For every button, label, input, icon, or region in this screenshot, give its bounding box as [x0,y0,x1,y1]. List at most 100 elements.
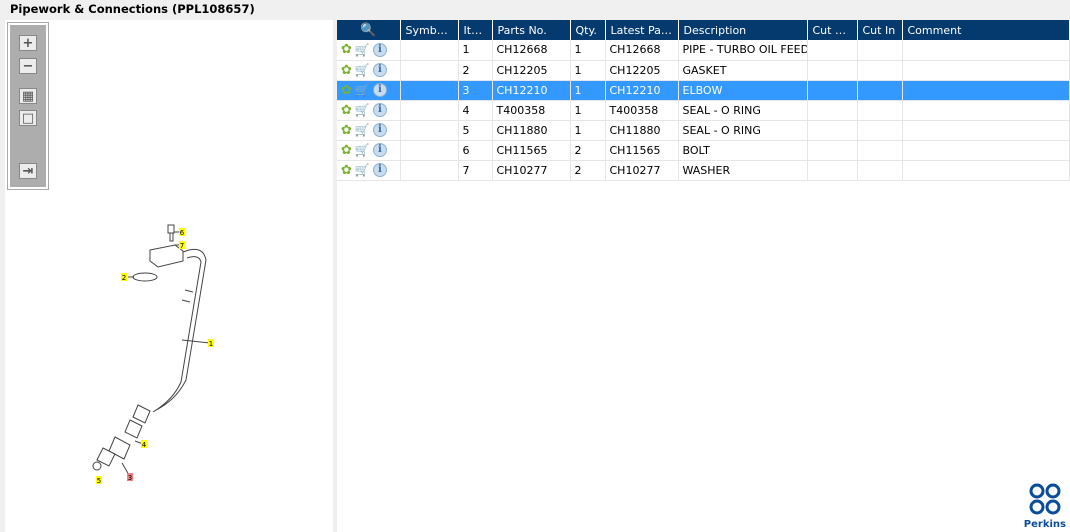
cell-symbols [400,100,459,121]
cell-description: BOLT [678,140,808,161]
col-description[interactable]: Description [678,20,808,40]
cart-icon[interactable]: 🛒 [355,83,370,97]
cell-latest-part: CH11880 [605,120,679,141]
logo-text: Perkins [1023,519,1066,530]
gear-icon[interactable]: ✿ [341,103,352,118]
info-icon[interactable]: i [372,103,387,117]
cart-icon[interactable]: 🛒 [355,63,370,77]
col-cut-out[interactable]: Cut Out [807,20,858,40]
cell-parts-no: CH10277 [492,160,571,181]
table-row[interactable]: ✿ 🛒 i 6 CH11565 2 CH11565 BOLT [337,140,1070,161]
gear-icon[interactable]: ✿ [341,143,352,158]
row-actions: ✿ 🛒 i [337,160,401,181]
cell-cut-in [857,60,903,81]
diagram-pane[interactable]: + − ▦ □ ⇥ 6 7 2 1 4 3 5 [5,20,333,532]
cell-symbols [400,160,459,181]
cell-cut-out [807,60,858,81]
col-qty[interactable]: Qty. [570,20,606,40]
cell-comment [902,140,1070,161]
cell-cut-out [807,40,858,61]
cell-qty: 2 [570,160,606,181]
cell-item: 2 [458,60,493,81]
info-icon[interactable]: i [372,42,387,57]
cell-cut-in [857,100,903,121]
cell-description: ELBOW [678,80,808,101]
cell-item: 4 [458,100,493,121]
col-comment[interactable]: Comment [902,20,1070,40]
cell-cut-out [807,80,858,101]
cart-icon[interactable]: 🛒 [355,103,370,117]
info-icon[interactable]: i [372,83,387,97]
cart-icon[interactable]: 🛒 [355,43,370,57]
cell-symbols [400,120,459,141]
table-row[interactable]: ✿ 🛒 i 4 T400358 1 T400358 SEAL - O RING [337,100,1070,121]
gear-icon[interactable]: ✿ [341,163,352,178]
table-row[interactable]: ✿ 🛒 i 5 CH11880 1 CH11880 SEAL - O RING [337,120,1070,141]
row-actions: ✿ 🛒 i [337,80,401,101]
cell-latest-part: T400358 [605,100,679,121]
cell-qty: 1 [570,40,606,61]
callout-7[interactable]: 7 [180,242,184,250]
col-symbols[interactable]: Symbol(s) [400,20,459,40]
gear-icon[interactable]: ✿ [341,42,352,57]
info-icon[interactable]: i [372,123,387,137]
row-actions: ✿ 🛒 i [337,120,401,141]
cell-latest-part: CH12210 [605,80,679,101]
page-title: Pipework & Connections (PPL108657) [10,2,255,16]
cell-latest-part: CH11565 [605,140,679,161]
info-icon[interactable]: i [372,63,387,77]
cart-icon[interactable]: 🛒 [355,163,370,177]
search-column-header[interactable]: 🔍 [337,20,401,40]
cart-icon[interactable]: 🛒 [355,123,370,137]
gear-icon[interactable]: ✿ [341,63,352,78]
cell-symbols [400,40,459,61]
search-icon[interactable]: 🔍 [360,23,376,38]
cell-cut-in [857,120,903,141]
cell-description: WASHER [678,160,808,181]
cell-cut-out [807,140,858,161]
cell-item: 1 [458,40,493,61]
cell-latest-part: CH12668 [605,40,679,61]
cell-description: SEAL - O RING [678,100,808,121]
cell-qty: 2 [570,140,606,161]
cell-parts-no: CH12668 [492,40,571,61]
cart-icon[interactable]: 🛒 [355,143,370,157]
row-actions: ✿ 🛒 i [337,60,401,81]
cell-parts-no: CH11880 [492,120,571,141]
cell-cut-in [857,140,903,161]
gear-icon[interactable]: ✿ [341,123,352,138]
table-row[interactable]: ✿ 🛒 i 1 CH12668 1 CH12668 PIPE - TURBO OIL FEED [337,40,1070,61]
row-actions: ✿ 🛒 i [337,140,401,161]
table-row[interactable]: ✿ 🛒 i 2 CH12205 1 CH12205 GASKET [337,60,1070,81]
cell-description: SEAL - O RING [678,120,808,141]
col-parts-no[interactable]: Parts No. [492,20,571,40]
cell-qty: 1 [570,100,606,121]
cell-item: 6 [458,140,493,161]
cell-description: GASKET [678,60,808,81]
table-row[interactable]: ✿ 🛒 i 3 CH12210 1 CH12210 ELBOW [337,80,1070,101]
cell-comment [902,60,1070,81]
info-icon[interactable]: i [372,163,387,177]
callout-4[interactable]: 4 [142,441,147,449]
cell-cut-out [807,160,858,181]
cell-parts-no: CH11565 [492,140,571,161]
exploded-diagram: 6 7 2 1 4 3 5 [92,224,214,485]
table-row[interactable]: ✿ 🛒 i 7 CH10277 2 CH10277 WASHER [337,160,1070,181]
cell-comment [902,100,1070,121]
cell-symbols [400,80,459,101]
cell-item: 3 [458,80,493,101]
callout-5[interactable]: 5 [97,477,101,485]
col-cut-in[interactable]: Cut In [857,20,903,40]
info-icon[interactable]: i [372,143,387,157]
col-item[interactable]: Item [458,20,493,40]
cell-comment [902,80,1070,101]
callout-2[interactable]: 2 [122,274,126,282]
cell-parts-no: T400358 [492,100,571,121]
callout-3[interactable]: 3 [128,474,132,482]
callout-6[interactable]: 6 [180,229,185,237]
gear-icon[interactable]: ✿ [341,83,352,98]
cell-description: PIPE - TURBO OIL FEED [678,40,808,61]
callout-1[interactable]: 1 [209,340,213,348]
cell-cut-out [807,120,858,141]
col-latest-part[interactable]: Latest Part... [605,20,679,40]
